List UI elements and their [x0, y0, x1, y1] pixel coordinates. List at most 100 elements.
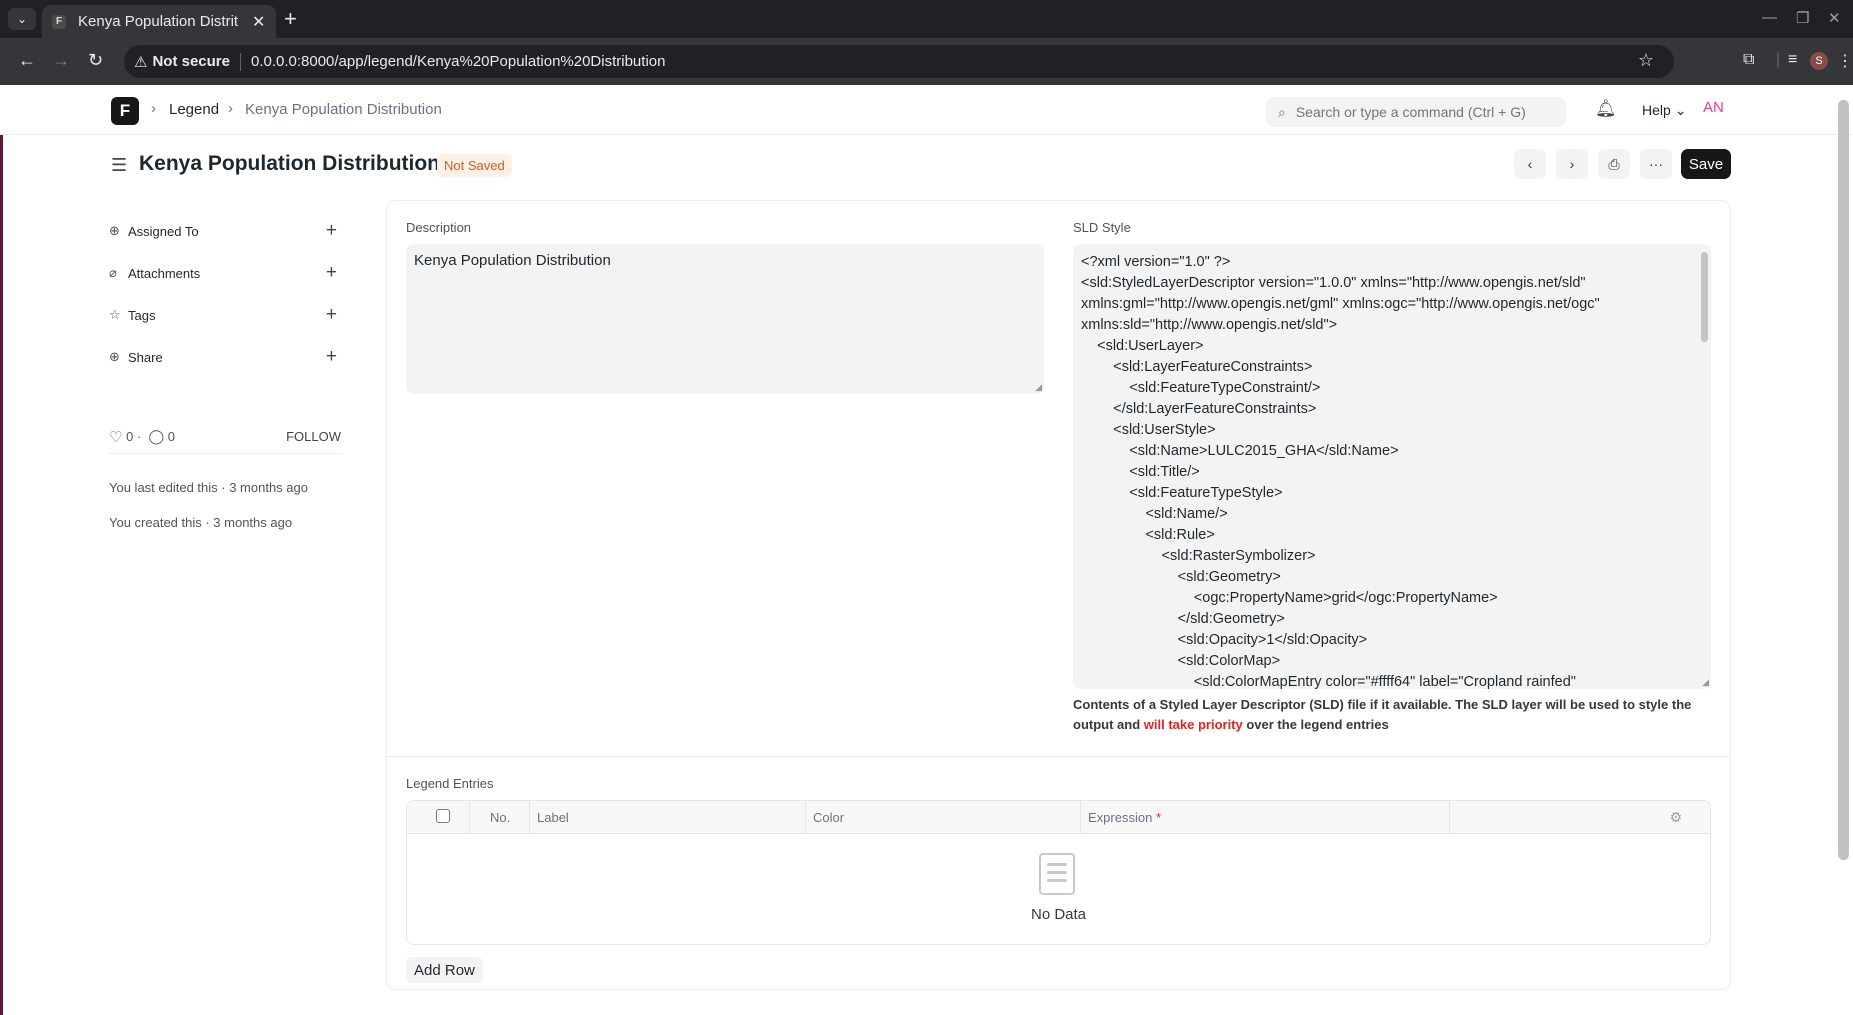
profile-avatar[interactable]: S [1810, 52, 1828, 70]
sld-code-line: <sld:LayerFeatureConstraints> [1081, 359, 1313, 375]
plus-icon[interactable]: + [326, 262, 337, 284]
sidebar-item-tags[interactable]: ☆ Tags + [109, 294, 341, 336]
more-actions-button[interactable]: ··· [1640, 149, 1672, 179]
breadcrumb-current[interactable]: Kenya Population Distribution [245, 101, 442, 118]
sld-help-post: over the legend entries [1242, 717, 1389, 732]
chevron-left-icon: ‹ [1527, 156, 1533, 172]
app-navbar: F › Legend › Kenya Population Distributi… [0, 85, 1853, 135]
bookmark-star-icon[interactable]: ☆ [1638, 50, 1654, 71]
description-value: Kenya Population Distribution [414, 252, 611, 269]
column-divider [469, 801, 470, 834]
sld-code-content: <?xml version="1.0" ?> <sld:StyledLayerDe… [1081, 252, 1703, 689]
browser-menu-icon[interactable]: ⋮ [1837, 51, 1853, 71]
plus-icon[interactable]: + [326, 346, 337, 368]
form-sidebar: ⊕ Assigned To + ⌀ Attachments + ☆ Tags +… [109, 210, 341, 530]
sidebar-item-attachments[interactable]: ⌀ Attachments + [109, 252, 341, 294]
sidebar-item-share[interactable]: ⊕ Share + [109, 336, 341, 378]
new-tab-icon[interactable]: + [284, 6, 297, 32]
breadcrumb-legend[interactable]: Legend [169, 101, 219, 118]
sld-code-line: xmlns:sld="http://www.opengis.net/sld"> [1081, 317, 1338, 333]
window-edge [0, 85, 3, 1015]
chevron-down-icon: ⌄ [1674, 102, 1687, 118]
gear-icon[interactable]: ⚙ [1669, 809, 1682, 826]
sld-code-line: <sld:UserStyle> [1081, 422, 1216, 438]
legend-entries-table: No. Label Color Expression * ⚙ No Data [406, 800, 1711, 945]
search-input[interactable] [1295, 104, 1546, 120]
extensions-icon[interactable]: ⧉ [1743, 51, 1754, 69]
user-avatar[interactable]: AN [1703, 99, 1724, 116]
sld-code-line: <ogc:PropertyName>grid</ogc:PropertyName… [1081, 590, 1498, 606]
forward-icon[interactable]: → [52, 50, 70, 71]
browser-tab-bar: ⌄ F Kenya Population Distrit ✕ + — ❐ ✕ [0, 0, 1853, 38]
column-divider [1080, 801, 1081, 834]
sld-code-line: xmlns:gml="http://www.opengis.net/gml" x… [1081, 296, 1600, 312]
select-all-checkbox[interactable] [436, 809, 450, 823]
omnibox[interactable]: ⚠ Not secure 0.0.0.0:8000/app/legend/Ken… [124, 45, 1674, 78]
resize-handle-icon[interactable]: ◢ [1702, 677, 1709, 688]
description-textarea[interactable]: Kenya Population Distribution ◢ [406, 244, 1044, 394]
column-divider [1449, 801, 1450, 834]
created-text: You created this · 3 months ago [109, 515, 293, 530]
minimize-icon[interactable]: — [1762, 9, 1777, 26]
plus-icon[interactable]: + [326, 220, 337, 242]
last-edited-text: You last edited this · 3 months ago [109, 480, 308, 495]
sidebar-toggle-icon[interactable]: ☰ [111, 155, 127, 176]
tab-list-button[interactable]: ⌄ [8, 8, 36, 30]
browser-tab[interactable]: F Kenya Population Distrit ✕ [42, 5, 276, 38]
table-header: No. Label Color Expression * ⚙ [407, 801, 1710, 834]
sld-code-line: <?xml version="1.0" ?> [1081, 254, 1231, 270]
column-color: Color [813, 810, 845, 825]
browser-address-bar: ← → ↻ ⚠ Not secure 0.0.0.0:8000/app/lege… [0, 38, 1853, 85]
print-button[interactable]: ⎙ [1598, 149, 1630, 179]
page-scrollbar[interactable] [1838, 100, 1849, 860]
required-mark: * [1155, 810, 1161, 825]
app-logo[interactable]: F [111, 97, 139, 125]
sidebar-item-assigned-to[interactable]: ⊕ Assigned To + [109, 210, 341, 252]
user-assign-icon: ⊕ [109, 223, 120, 238]
sld-code-line: <sld:Name/> [1081, 506, 1228, 522]
comment-icon[interactable]: ◯ [148, 428, 164, 445]
sld-code-line: <sld:Rule> [1081, 527, 1215, 543]
like-count: 0 [126, 429, 134, 444]
not-secure-label[interactable]: Not secure [152, 53, 230, 70]
textarea-scrollbar[interactable] [1701, 252, 1708, 342]
save-button[interactable]: Save [1681, 149, 1731, 179]
tab-close-icon[interactable]: ✕ [252, 12, 265, 32]
chevron-right-icon: › [228, 100, 233, 117]
sld-code-line: <sld:ColorMap> [1081, 653, 1281, 669]
maximize-icon[interactable]: ❐ [1796, 9, 1809, 27]
close-window-icon[interactable]: ✕ [1828, 9, 1841, 27]
sld-style-textarea[interactable]: <?xml version="1.0" ?> <sld:StyledLayerDe… [1073, 244, 1711, 689]
help-dropdown[interactable]: Help ⌄ [1642, 102, 1686, 119]
chevron-right-icon: › [1569, 156, 1575, 172]
add-row-button[interactable]: Add Row [406, 957, 483, 983]
sld-code-line: <sld:FeatureTypeConstraint/> [1081, 380, 1321, 396]
paperclip-icon: ⌀ [109, 265, 117, 280]
tab-title: Kenya Population Distrit [78, 13, 239, 30]
heart-icon[interactable]: ♡ [109, 428, 122, 446]
previous-doc-button[interactable]: ‹ [1514, 149, 1546, 179]
reload-icon[interactable]: ↻ [88, 50, 103, 71]
tag-icon: ☆ [109, 307, 121, 322]
description-label: Description [406, 220, 472, 235]
sld-code-line: <sld:Name>LULC2015_GHA</sld:Name> [1081, 443, 1399, 459]
sld-code-line: <sld:FeatureTypeStyle> [1081, 485, 1283, 501]
awesomebar[interactable]: ⌕ [1266, 97, 1566, 127]
url-text[interactable]: 0.0.0.0:8000/app/legend/Kenya%20Populati… [251, 53, 665, 70]
plus-icon[interactable]: + [326, 304, 337, 326]
chevron-right-icon: › [151, 100, 156, 117]
back-icon[interactable]: ← [18, 50, 36, 71]
media-controls-icon[interactable]: ≡ [1788, 51, 1797, 69]
share-icon: ⊕ [109, 349, 120, 364]
notification-bell-icon[interactable]: 🔔︎ [1595, 99, 1617, 119]
empty-icon-line [1047, 863, 1067, 866]
resize-handle-icon[interactable]: ◢ [1035, 382, 1042, 393]
next-doc-button[interactable]: › [1556, 149, 1588, 179]
no-data-text: No Data [1030, 906, 1087, 923]
favicon-icon: F [52, 14, 66, 29]
sld-style-label: SLD Style [1073, 220, 1131, 235]
sidebar-item-label: Attachments [128, 265, 201, 281]
social-bar: ♡ 0 · ◯ 0 FOLLOW [109, 420, 341, 454]
follow-button[interactable]: FOLLOW [286, 429, 341, 444]
sld-code-line: <sld:StyledLayerDescriptor version="1.0.… [1081, 275, 1586, 291]
